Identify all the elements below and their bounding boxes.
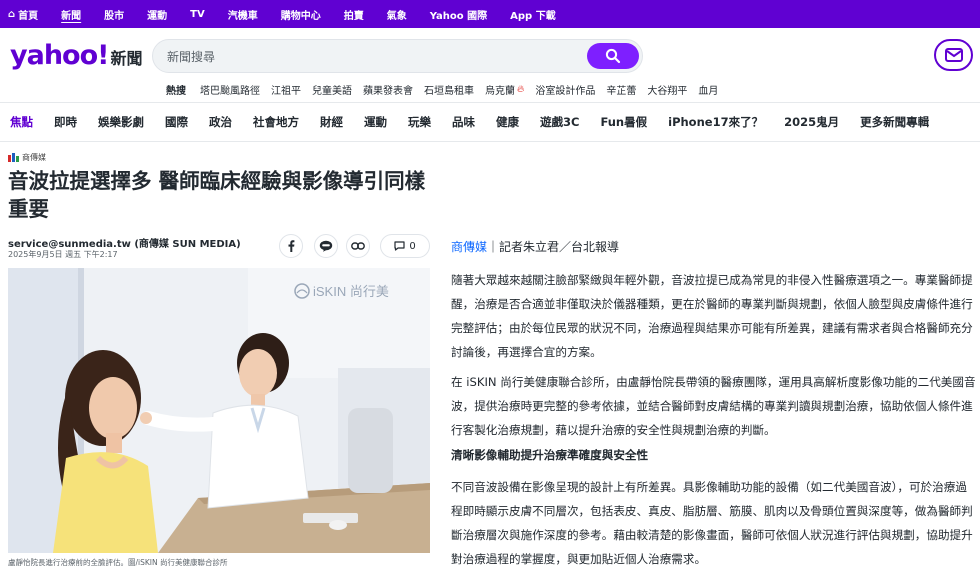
- article-date: 2025年9月5日 週五 下午2:17: [8, 250, 118, 259]
- facebook-icon: [288, 240, 295, 252]
- trending-item[interactable]: 塔巴颱風路徑: [200, 82, 260, 97]
- article-byline: 商傳媒｜記者朱立君／台北報導: [451, 238, 619, 255]
- line-share-button[interactable]: [314, 234, 338, 258]
- site-header: yahoo! 新聞 熱搜 塔巴颱風路徑 江祖平 兒童美語 蘋果發表會 石垣島租車…: [0, 28, 980, 102]
- topnav-home[interactable]: ⌂ 首頁: [8, 7, 38, 22]
- trending-label: 熱搜: [166, 86, 186, 97]
- category-society[interactable]: 社會地方: [253, 114, 299, 130]
- article-photo[interactable]: iSKIN 尚行美: [8, 268, 430, 553]
- home-icon: ⌂: [8, 8, 16, 20]
- comment-icon: [394, 241, 405, 251]
- article-author[interactable]: service@sunmedia.tw (商傳媒 SUN MEDIA): [8, 235, 241, 250]
- facebook-share-button[interactable]: [279, 234, 303, 258]
- category-more-topics[interactable]: 更多新聞專輯: [860, 114, 929, 130]
- search-icon: [605, 48, 621, 64]
- line-chat-icon: [319, 240, 333, 252]
- topnav-news[interactable]: 新聞: [61, 7, 81, 22]
- search-button[interactable]: [587, 43, 639, 69]
- article-paragraph-3: 不同音波設備在影像呈現的設計上有所差異。具影像輔助功能的設備（如二代美國音波），…: [451, 480, 973, 566]
- publisher-mark-icon: [8, 153, 19, 162]
- trending-item-hot[interactable]: 烏克蘭 🔥︎: [485, 82, 524, 97]
- trending-item[interactable]: 辛芷蕾: [606, 82, 636, 97]
- topnav-stocks[interactable]: 股市: [104, 7, 124, 22]
- search-input[interactable]: [167, 47, 567, 67]
- trending-item[interactable]: 蘋果發表會: [363, 82, 413, 97]
- search-box: [152, 39, 643, 73]
- category-focus[interactable]: 焦點: [10, 114, 33, 130]
- article-paragraph-2: 在 iSKIN 尚行美健康聯合診所，由盧靜怡院長帶領的醫療團隊，運用具高解析度影…: [451, 375, 976, 437]
- category-leisure[interactable]: 玩樂: [408, 114, 431, 130]
- topnav-shopping[interactable]: 購物中心: [281, 7, 321, 22]
- comment-count: 0: [409, 240, 416, 252]
- clinic-consultation-image: iSKIN 尚行美: [8, 268, 430, 553]
- topnav-app-download[interactable]: App 下載: [510, 7, 556, 22]
- category-ghost-month[interactable]: 2025鬼月: [784, 114, 839, 130]
- category-sports[interactable]: 運動: [364, 114, 387, 130]
- photo-watermark: iSKIN 尚行美: [313, 284, 389, 299]
- trending-item[interactable]: 血月: [698, 82, 718, 97]
- article-paragraph-1: 隨著大眾越來越關注臉部緊緻與年輕外觀，音波拉提已成為常見的非侵入性醫療選項之一。…: [451, 273, 973, 359]
- category-health[interactable]: 健康: [496, 114, 519, 130]
- topnav-sports[interactable]: 運動: [147, 7, 167, 22]
- topnav-tv[interactable]: TV: [190, 9, 205, 20]
- top-navigation-bar: ⌂ 首頁 新聞 股市 運動 TV 汽機車 購物中心 拍賣 氣象 Yahoo 國際 …: [0, 0, 980, 28]
- category-lifestyle[interactable]: 品味: [452, 114, 475, 130]
- topnav-yahoo-international[interactable]: Yahoo 國際: [430, 7, 487, 22]
- mail-button[interactable]: [934, 39, 973, 71]
- topnav-autos[interactable]: 汽機車: [228, 7, 258, 22]
- trending-item[interactable]: 大谷翔平: [647, 82, 687, 97]
- trending-item[interactable]: 兒童美語: [312, 82, 352, 97]
- category-international[interactable]: 國際: [165, 114, 188, 130]
- photo-caption: 盧靜怡院長進行治療前的全臉評估。圖/iSKIN 尚行美健康聯合診所: [8, 558, 228, 567]
- comment-button[interactable]: 0: [380, 234, 430, 258]
- mail-icon: [944, 48, 963, 62]
- category-games-3c[interactable]: 遊戲3C: [540, 114, 579, 130]
- link-icon: [351, 242, 365, 250]
- trending-searches: 熱搜 塔巴颱風路徑 江祖平 兒童美語 蘋果發表會 石垣島租車 烏克蘭 🔥︎ 浴室設…: [166, 82, 729, 97]
- category-realtime[interactable]: 即時: [54, 114, 77, 130]
- article-subheading: 清晰影像輔助提升治療準確度與安全性: [451, 448, 649, 462]
- category-politics[interactable]: 政治: [209, 114, 232, 130]
- byline-source-link[interactable]: 商傳媒: [451, 240, 487, 254]
- trending-item[interactable]: 浴室設計作品: [535, 82, 595, 97]
- article-title: 音波拉提選擇多 醫師臨床經驗與影像導引同樣重要: [8, 169, 426, 221]
- trending-item[interactable]: 石垣島租車: [424, 82, 474, 97]
- category-iphone17[interactable]: iPhone17來了？: [668, 114, 763, 130]
- flame-icon: 🔥︎: [517, 84, 525, 95]
- yahoo-news-logo[interactable]: yahoo! 新聞: [10, 40, 142, 71]
- category-entertainment[interactable]: 娛樂影劇: [98, 114, 144, 130]
- topnav-auction[interactable]: 拍賣: [344, 7, 364, 22]
- category-navigation: 焦點 即時 娛樂影劇 國際 政治 社會地方 財經 運動 玩樂 品味 健康 遊戲3…: [0, 102, 980, 142]
- trending-item[interactable]: 江祖平: [271, 82, 301, 97]
- category-summer-fun[interactable]: Fun暑假: [600, 114, 647, 130]
- category-finance[interactable]: 財經: [320, 114, 343, 130]
- copy-link-button[interactable]: [346, 234, 370, 258]
- byline-reporter: ｜記者朱立君／台北報導: [487, 240, 620, 254]
- publisher-logo[interactable]: 商傳媒: [8, 152, 46, 163]
- topnav-weather[interactable]: 氣象: [387, 7, 407, 22]
